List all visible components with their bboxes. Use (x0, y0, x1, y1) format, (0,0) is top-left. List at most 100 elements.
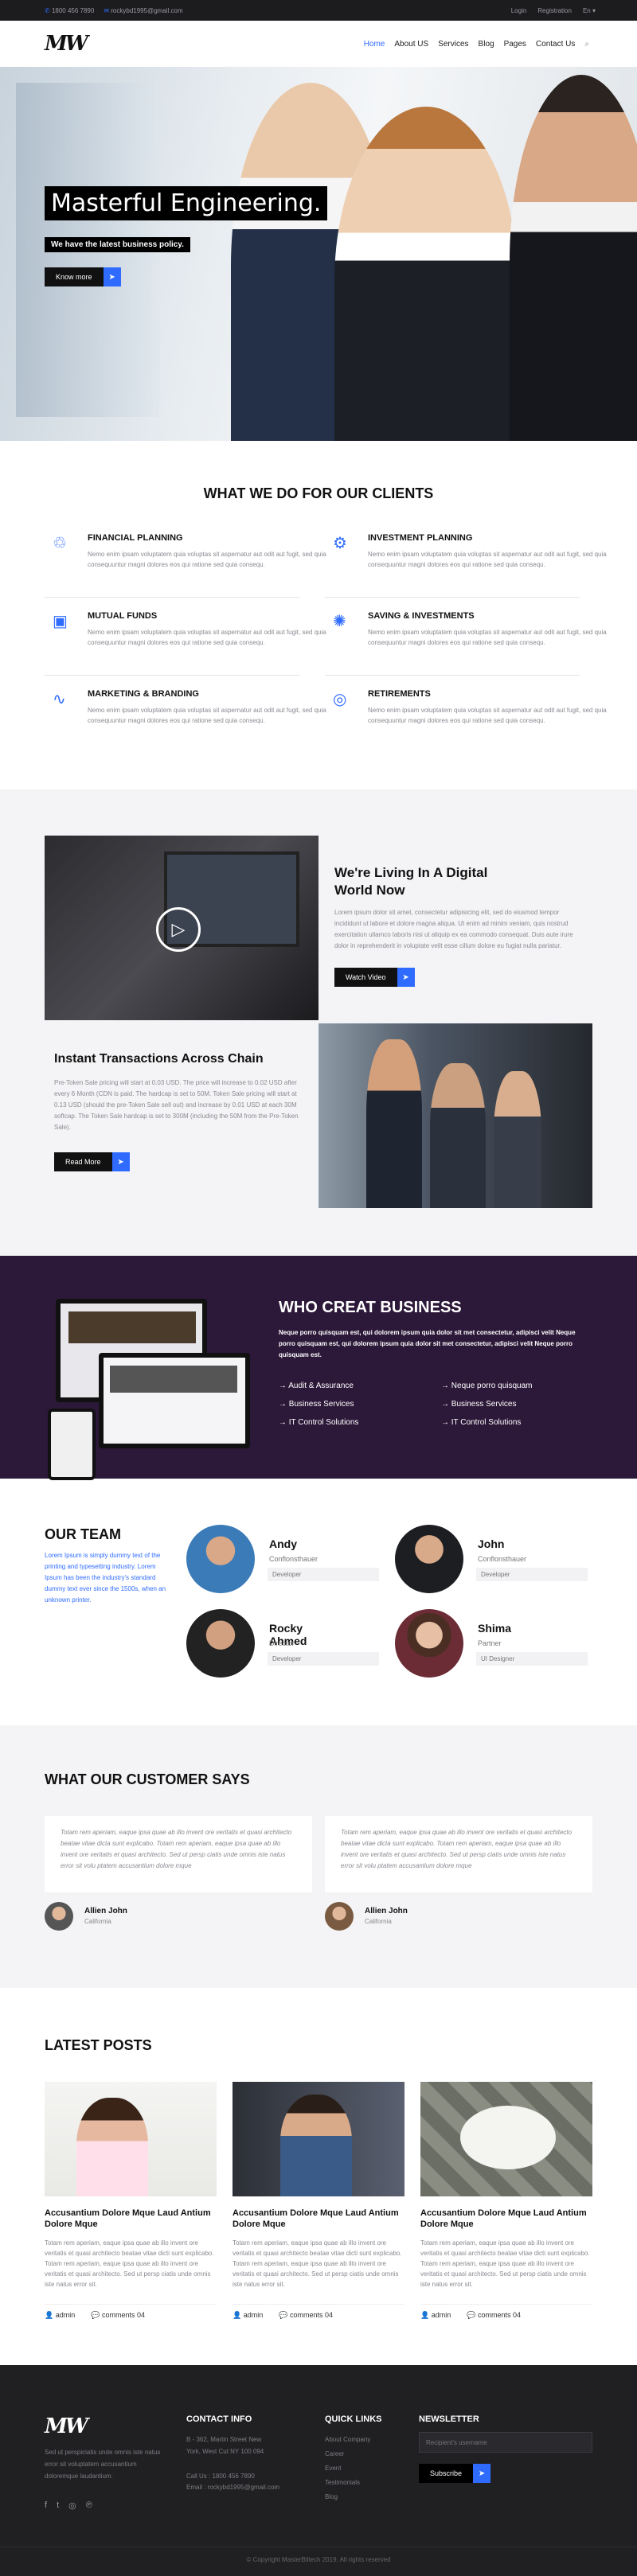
quick-link[interactable]: Career (325, 2448, 344, 2460)
contact-title: CONTACT INFO (186, 2414, 252, 2424)
post-author[interactable]: 👤 admin (45, 2311, 75, 2320)
creat-list-right: → Neque porro quisquam → Business Servic… (441, 1382, 533, 1427)
creat-item: → Audit & Assurance (279, 1382, 354, 1390)
testimonial-name: Allien John (84, 1907, 127, 1915)
service-retirements[interactable]: ◎ RETIREMENTS Nemo enim ipsam voluptatem… (325, 686, 607, 750)
person-shape (494, 1071, 541, 1208)
creat-item: → Business Services (279, 1400, 354, 1409)
creat-item: → IT Control Solutions (441, 1418, 522, 1427)
post-card[interactable]: Accusantium Dolore Mque Laud Antium Dolo… (233, 2082, 404, 2320)
monitor-mockup (99, 1353, 250, 1448)
send-icon: ➤ (473, 2464, 491, 2483)
post-title[interactable]: Accusantium Dolore Mque Laud Antium Dolo… (45, 2208, 217, 2230)
facebook-icon[interactable]: f (45, 2500, 47, 2511)
nav-services[interactable]: Services (438, 40, 468, 49)
digital-text: Lorem ipsum dolor sit amet, consectetur … (334, 909, 573, 949)
post-card[interactable]: Accusantium Dolore Mque Laud Antium Dolo… (420, 2082, 592, 2320)
nav-contact[interactable]: Contact Us (536, 40, 575, 49)
team-title: OUR TEAM (45, 1526, 121, 1542)
register-link[interactable]: Registration (537, 7, 572, 14)
quick-link[interactable]: Blog (325, 2491, 338, 2503)
subscribe-button[interactable]: Subscribe ➤ (419, 2464, 491, 2483)
post-excerpt: Totam rem aperiam, eaque ipsa quae ab il… (45, 2239, 214, 2288)
post-image[interactable] (233, 2082, 404, 2196)
arrow-icon: ➤ (103, 267, 121, 286)
person-shape (430, 1063, 486, 1208)
creat-list-left: → Audit & Assurance → Business Services … (279, 1382, 358, 1427)
email-info[interactable]: ✉ rockybd1995@gmail.com (104, 7, 182, 14)
footer-logo[interactable]: MW (45, 2414, 88, 2438)
read-more-button[interactable]: Read More ➤ (54, 1152, 130, 1171)
creat-text: Neque porro quisquam est, qui dolorem ip… (279, 1329, 576, 1358)
twitter-icon[interactable]: t (57, 2500, 59, 2511)
posts-title: LATEST POSTS (45, 2037, 152, 2053)
mail-icon: ✉ (104, 7, 110, 14)
nav-home[interactable]: Home (364, 40, 385, 49)
post-author[interactable]: 👤 admin (233, 2311, 263, 2320)
quick-link[interactable]: About Company (325, 2434, 370, 2445)
meeting-photo (318, 1023, 592, 1208)
post-card[interactable]: Accusantium Dolore Mque Laud Antium Dolo… (45, 2082, 217, 2320)
post-image[interactable] (45, 2082, 217, 2196)
service-mutual-funds[interactable]: ▣ MUTUAL FUNDS Nemo enim ipsam voluptate… (45, 608, 326, 672)
contact-call: Call Us : 1800 456 7890 (186, 2473, 255, 2480)
post-comments[interactable]: 💬 comments 04 (279, 2311, 333, 2320)
hero-person-right (510, 75, 637, 441)
main-navbar: MW Home About US Services Blog Pages Con… (0, 21, 637, 67)
tablet-mockup (48, 1409, 96, 1480)
creat-title: WHO CREAT BUSINESS (279, 1299, 462, 1316)
contact-email[interactable]: Email : rockybd1995@gmail.com (186, 2481, 279, 2493)
briefcase-icon: ▣ (53, 613, 68, 630)
service-saving[interactable]: ✺ SAVING & INVESTMENTS Nemo enim ipsam v… (325, 608, 607, 672)
instant-title: Instant Transactions Across Chain (54, 1052, 264, 1066)
newsletter-input[interactable] (419, 2432, 592, 2453)
know-more-button[interactable]: Know more ➤ (45, 267, 121, 286)
login-link[interactable]: Login (511, 7, 527, 14)
quick-link[interactable]: Event (325, 2462, 341, 2474)
coins-icon: ◎ (333, 691, 347, 708)
nav-blog[interactable]: Blog (479, 40, 494, 49)
nav-about[interactable]: About US (394, 40, 428, 49)
play-icon[interactable]: ▷ (156, 907, 201, 952)
handshake-icon: ♲ (53, 535, 67, 552)
language-select[interactable]: En ▾ (583, 7, 596, 14)
quick-link[interactable]: Testimonials (325, 2477, 360, 2488)
divider (45, 597, 299, 598)
footer-about: Sed ut perspiciatis unde omnis iste natu… (45, 2449, 161, 2480)
mockup-banner (68, 1311, 196, 1343)
comment-icon: 💬 (467, 2311, 476, 2319)
arrow-icon: ➤ (111, 1152, 130, 1171)
post-title[interactable]: Accusantium Dolore Mque Laud Antium Dolo… (233, 2208, 404, 2230)
post-image[interactable] (420, 2082, 592, 2196)
arrow-icon: ➤ (397, 968, 415, 987)
service-investment[interactable]: ⚙ INVESTMENT PLANNING Nemo enim ipsam vo… (325, 530, 607, 594)
service-marketing[interactable]: ∿ MARKETING & BRANDING Nemo enim ipsam v… (45, 686, 326, 750)
post-comments[interactable]: 💬 comments 04 (467, 2311, 521, 2320)
hero-subtitle: We have the latest business policy. (45, 237, 190, 252)
post-excerpt: Totam rem aperiam, eaque ipsa quae ab il… (420, 2239, 590, 2288)
watch-video-button[interactable]: Watch Video ➤ (334, 968, 415, 987)
site-logo[interactable]: MW (45, 32, 88, 56)
testimonial-card: Totam rem aperiam, eaque ipsa quae ab il… (45, 1816, 312, 1892)
hero-person-center (334, 107, 518, 441)
search-icon[interactable]: ⌕ (584, 40, 589, 49)
nav-pages[interactable]: Pages (504, 40, 526, 49)
post-title[interactable]: Accusantium Dolore Mque Laud Antium Dolo… (420, 2208, 592, 2230)
mockup-banner (110, 1366, 237, 1393)
instagram-icon[interactable]: ◎ (68, 2500, 76, 2511)
post-meta: 👤 admin 💬 comments 04 (233, 2304, 404, 2320)
testimonial-card: Totam rem aperiam, eaque ipsa quae ab il… (325, 1816, 592, 1892)
creat-item: → IT Control Solutions (279, 1418, 359, 1427)
service-financial[interactable]: ♲ FINANCIAL PLANNING Nemo enim ipsam vol… (45, 530, 326, 594)
phone-icon: ✆ (45, 7, 50, 14)
digital-title: We're Living In A Digital World Now (334, 865, 488, 898)
pinterest-icon[interactable]: ℗ (86, 2500, 92, 2511)
video-thumbnail[interactable]: ▷ (45, 836, 318, 1020)
post-excerpt: Totam rem aperiam, eaque ipsa quae ab il… (233, 2239, 402, 2288)
lightbulb-icon: ✺ (333, 613, 346, 630)
comment-icon: 💬 (91, 2311, 100, 2319)
post-author[interactable]: 👤 admin (420, 2311, 451, 2320)
testimonial-name: Allien John (365, 1907, 408, 1915)
post-comments[interactable]: 💬 comments 04 (91, 2311, 145, 2320)
avatar (186, 1525, 255, 1593)
